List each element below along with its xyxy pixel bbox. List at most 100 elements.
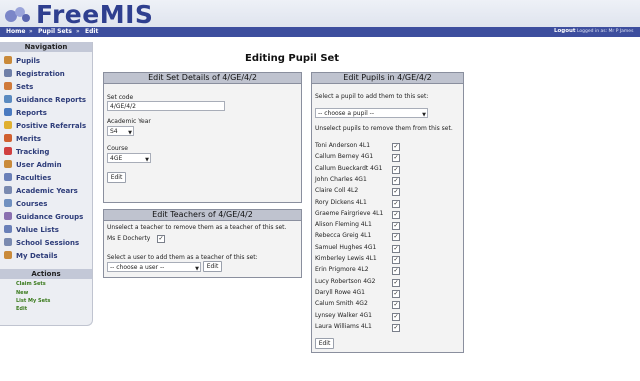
action-edit[interactable]: Edit (16, 306, 27, 312)
sidebar-item-academic-years[interactable]: Academic Years (4, 185, 78, 197)
sidebar-item-label: Positive Referrals (16, 122, 87, 130)
sidebar-item-pupils[interactable]: Pupils (4, 55, 40, 67)
pupil-row: Callum Bueckardt 4G1 ✓ (315, 164, 455, 175)
pupil-checkbox[interactable]: ✓ (392, 256, 400, 264)
pupil-name: Calum Smith 4G2 (315, 300, 368, 308)
sidebar-item-tracking[interactable]: Tracking (4, 146, 49, 158)
academic-year-label: Academic Year (107, 118, 151, 125)
sidebar-item-reports[interactable]: Reports (4, 107, 47, 119)
pupil-row: Erin Prigmore 4L2 ✓ (315, 265, 455, 276)
pupil-remove-instructions: Unselect pupils to remove them from this… (315, 125, 453, 132)
pupil-checkbox[interactable]: ✓ (392, 312, 400, 321)
sidebar-item-label: Pupils (16, 57, 41, 65)
pupil-row: Callum Berney 4G1 ✓ (315, 152, 455, 163)
teachers-edit-button[interactable]: Edit (203, 261, 222, 272)
person-icon (4, 251, 12, 259)
sidebar-item-courses[interactable]: Courses (4, 198, 47, 210)
sidebar-item-faculties[interactable]: Faculties (4, 172, 51, 184)
sidebar-item-value-lists[interactable]: Value Lists (4, 224, 59, 236)
pupil-checkbox[interactable]: ✓ (392, 222, 400, 231)
pupil-name: Toni Anderson 4L1 (315, 142, 371, 149)
pupil-row: Kimberley Lewis 4L1 ✓ (315, 254, 455, 265)
breadcrumb-edit[interactable]: Edit (85, 28, 98, 35)
pupil-name: Lucy Robertson 4G2 (315, 277, 376, 285)
group-icon (4, 212, 12, 220)
sidebar-item-label: Sets (16, 83, 34, 91)
sidebar-item-guidance-groups[interactable]: Guidance Groups (4, 211, 83, 223)
logout-link[interactable]: Logout (554, 28, 576, 34)
set-details-title: Edit Set Details of 4/GE/4/2 (104, 73, 301, 84)
pupil-checkbox[interactable]: ✓ (392, 267, 400, 276)
pupil-checkbox[interactable]: ✓ (392, 154, 400, 163)
pupils-edit-button[interactable]: Edit (315, 338, 334, 349)
breadcrumb-separator: » (76, 28, 80, 35)
sidebar-item-user-admin[interactable]: User Admin (4, 159, 62, 171)
pupil-checkbox[interactable]: ✓ (392, 188, 400, 197)
user-icon (4, 160, 12, 168)
sidebar-item-label: Faculties (16, 174, 52, 182)
chevron-down-icon: ▼ (128, 130, 132, 136)
pupil-checkbox[interactable]: ✓ (392, 301, 400, 310)
pupil-row: Claire Coll 4L2 ✓ (315, 186, 455, 197)
sidebar-item-merits[interactable]: Merits (4, 133, 41, 145)
pupil-checkbox[interactable]: ✓ (392, 233, 400, 242)
action-new[interactable]: New (16, 290, 28, 296)
group-icon (4, 82, 12, 90)
pupil-row: Rebecca Greig 4L1 ✓ (315, 231, 455, 242)
breadcrumb-separator: » (29, 28, 33, 35)
pupil-name: Lynsey Walker 4G1 (315, 311, 372, 319)
sidebar-item-school-sessions[interactable]: School Sessions (4, 237, 79, 249)
sidebar-item-label: Tracking (16, 148, 50, 156)
sidebar-item-label: School Sessions (16, 239, 80, 247)
breadcrumb: Home » Pupil Sets » Edit Logout Logged i… (0, 27, 640, 37)
register-icon (4, 69, 12, 77)
pupil-row: Calum Smith 4G2 ✓ (315, 299, 455, 310)
sidebar-item-guidance-reports[interactable]: Guidance Reports (4, 94, 86, 106)
pupil-checkbox[interactable]: ✓ (392, 289, 400, 298)
book-icon (4, 199, 12, 207)
pupil-checkbox[interactable]: ✓ (392, 176, 400, 185)
calendar-icon (4, 186, 12, 194)
sidebar-item-label: Guidance Groups (16, 213, 84, 221)
sidebar-item-positive-referrals[interactable]: Positive Referrals (4, 120, 86, 132)
sidebar-item-sets[interactable]: Sets (4, 81, 33, 93)
app-logo-text: FreeMIS (36, 0, 154, 29)
breadcrumb-home[interactable]: Home (6, 28, 25, 35)
set-details-edit-button[interactable]: Edit (107, 172, 126, 183)
sidebar-item-label: User Admin (16, 161, 62, 169)
sidebar-item-registration[interactable]: Registration (4, 68, 65, 80)
user-select-placeholder: -- choose a user -- (110, 264, 165, 271)
pupil-checkbox[interactable]: ✓ (392, 165, 400, 174)
pupil-checkbox[interactable]: ✓ (392, 210, 400, 219)
pupil-name: Rory Dickens 4L1 (315, 198, 367, 206)
star-icon (4, 134, 12, 142)
pupil-name: Daryll Rowe 4G1 (315, 288, 365, 296)
pupil-select[interactable]: -- choose a pupil -- ▼ (315, 108, 428, 118)
pupil-row: Rory Dickens 4L1 ✓ (315, 198, 455, 209)
teacher-remove-instructions: Unselect a teacher to remove them as a t… (107, 224, 287, 231)
course-select[interactable]: 4GE ▼ (107, 153, 151, 163)
pupil-checkbox[interactable]: ✓ (392, 278, 400, 287)
smiley-icon (4, 121, 12, 129)
action-claim-sets[interactable]: Claim Sets (16, 281, 46, 287)
pupil-checkbox[interactable]: ✓ (392, 143, 400, 151)
pupil-checkbox[interactable]: ✓ (392, 244, 400, 253)
sidebar-item-my-details[interactable]: My Details (4, 250, 58, 262)
teacher-checkbox[interactable]: ✓ (157, 235, 165, 243)
teacher-user-select[interactable]: -- choose a user -- ▼ (107, 262, 201, 272)
course-value: 4GE (110, 155, 123, 162)
teacher-add-instructions: Select a user to add them as a teacher o… (107, 254, 258, 261)
logged-in-status: Logged in as: Mr P James (577, 28, 634, 34)
academic-year-value: S4 (110, 128, 118, 135)
breadcrumb-pupil-sets[interactable]: Pupil Sets (38, 28, 72, 35)
calendar-icon (4, 238, 12, 246)
action-list-my-sets[interactable]: List My Sets (16, 298, 50, 304)
person-icon (4, 56, 12, 64)
sidebar-item-label: Value Lists (16, 226, 59, 234)
teacher-name: Ms E Docherty (107, 235, 151, 242)
pupil-checkbox[interactable]: ✓ (392, 199, 400, 208)
pupil-checkbox[interactable]: ✓ (392, 323, 400, 332)
academic-year-select[interactable]: S4 ▼ (107, 126, 134, 136)
set-code-input[interactable]: 4/GE/4/2 (107, 101, 225, 111)
pupils-panel: Edit Pupils in 4/GE/4/2 Select a pupil t… (311, 72, 464, 353)
